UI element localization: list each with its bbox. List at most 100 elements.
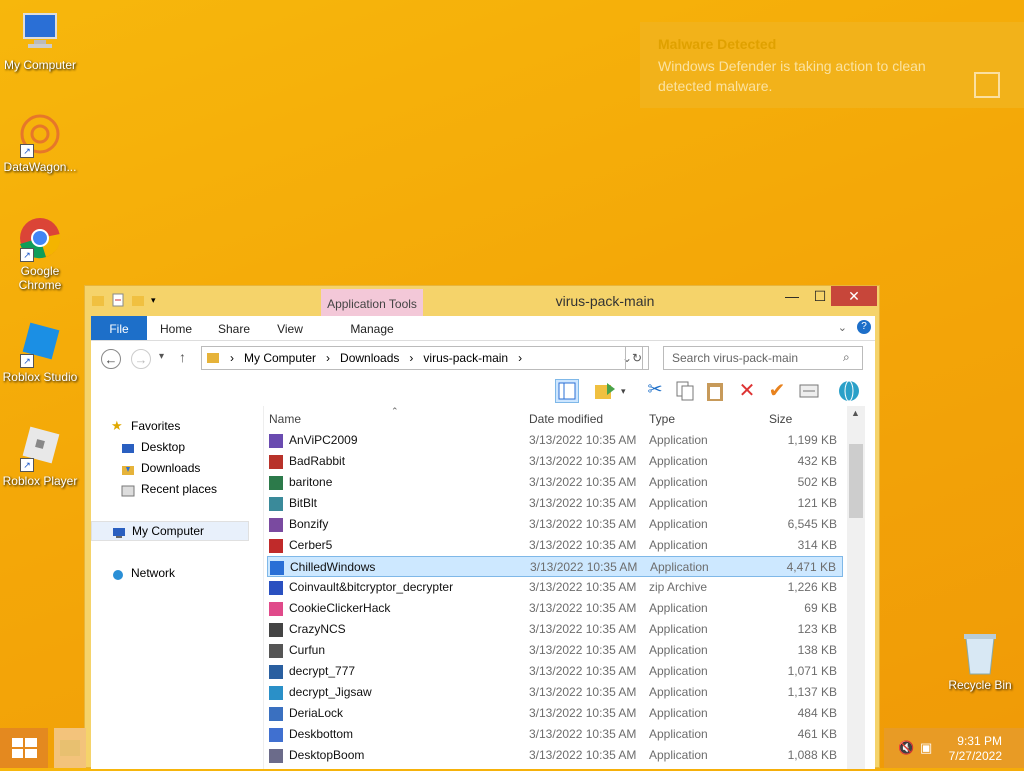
defender-icon: [974, 72, 1000, 98]
file-name: Deskbottom: [289, 727, 354, 741]
table-row[interactable]: ChilledWindows 3/13/2022 10:35 AM Applicat…: [267, 556, 843, 577]
table-row[interactable]: CrazyNCS 3/13/2022 10:35 AM Application 123…: [267, 619, 843, 640]
breadcrumb-my-computer[interactable]: My Computer: [244, 351, 316, 365]
preview-pane-icon[interactable]: [555, 379, 579, 403]
close-button[interactable]: ✕: [831, 286, 877, 306]
scroll-up-icon[interactable]: ▲: [851, 408, 860, 418]
window-title: virus-pack-main: [555, 293, 655, 309]
file-icon: [269, 539, 283, 553]
help-icon[interactable]: ?: [857, 320, 871, 334]
table-row[interactable]: baritone 3/13/2022 10:35 AM Application 502…: [267, 472, 843, 493]
file-name: Cerber5: [289, 538, 333, 552]
folder-icon: [60, 740, 80, 756]
breadcrumb-separator: ›: [518, 351, 523, 365]
nav-recent-places[interactable]: Recent places: [121, 479, 217, 499]
chevron-down-icon[interactable]: ▾: [151, 293, 165, 307]
forward-button[interactable]: →: [131, 349, 151, 369]
nav-network[interactable]: Network: [111, 563, 175, 583]
up-arrow-icon[interactable]: ↑: [179, 349, 186, 365]
table-row[interactable]: decrypt_777 3/13/2022 10:35 AM Application…: [267, 661, 843, 682]
nav-favorites[interactable]: ★ Favorites: [111, 416, 180, 436]
breadcrumb-virus-pack-main[interactable]: virus-pack-main: [423, 351, 508, 365]
desktop-icon: [121, 441, 135, 453]
globe-icon[interactable]: [837, 379, 861, 403]
nav-downloads[interactable]: Downloads: [121, 458, 200, 478]
table-row[interactable]: AnViPC2009 3/13/2022 10:35 AM Application 1…: [267, 430, 843, 451]
chevron-down-icon[interactable]: ▾: [621, 379, 633, 403]
file-size: 1,199 KB: [787, 433, 837, 447]
file-date: 3/13/2022 10:35 AM: [529, 454, 637, 468]
desktop-icon-datawagon[interactable]: ↗ DataWagon...: [0, 110, 80, 174]
delete-icon[interactable]: ✕: [735, 379, 759, 403]
file-type: Application: [650, 560, 709, 574]
column-header-type[interactable]: Type: [649, 412, 675, 426]
file-name: Bonzify: [289, 517, 329, 531]
rename-check-icon[interactable]: ✔: [765, 379, 789, 403]
desktop-icon-recycle-bin[interactable]: Recycle Bin: [940, 630, 1020, 692]
network-tray-icon[interactable]: ▣: [920, 740, 932, 756]
file-date: 3/13/2022 10:35 AM: [529, 496, 637, 510]
table-row[interactable]: BadRabbit 3/13/2022 10:35 AM Application 43…: [267, 451, 843, 472]
minimize-button[interactable]: —: [777, 286, 807, 306]
scrollbar-thumb[interactable]: [849, 444, 863, 518]
tab-file[interactable]: File: [91, 316, 147, 340]
refresh-button[interactable]: ↻: [625, 346, 649, 370]
file-size: 121 KB: [797, 496, 837, 510]
desktop-icon-my-computer[interactable]: My Computer: [0, 8, 80, 72]
malware-notification[interactable]: Malware Detected Windows Defender is tak…: [640, 22, 1024, 108]
move-to-icon[interactable]: [593, 379, 617, 403]
desktop-icon-roblox-studio[interactable]: ↗ Roblox Studio: [0, 320, 80, 384]
volume-muted-icon[interactable]: 🔇: [898, 740, 914, 756]
table-row[interactable]: Cerber5 3/13/2022 10:35 AM Application 314 …: [267, 535, 843, 556]
file-date: 3/13/2022 10:35 AM: [529, 538, 637, 552]
file-icon: [269, 644, 283, 658]
table-row[interactable]: decrypt_Jigsaw 3/13/2022 10:35 AM Applicat…: [267, 682, 843, 703]
column-header-size[interactable]: Size: [769, 412, 792, 426]
file-type: Application: [649, 685, 708, 699]
desktop-icon-roblox-player[interactable]: ↗ Roblox Player: [0, 424, 80, 488]
recent-locations-icon[interactable]: ▾: [159, 351, 164, 362]
breadcrumb-downloads[interactable]: Downloads: [340, 351, 399, 365]
tab-view[interactable]: View: [267, 316, 313, 340]
table-row[interactable]: DeriaLock 3/13/2022 10:35 AM Application 48…: [267, 703, 843, 724]
desktop-icon-google-chrome[interactable]: ↗ Google Chrome: [0, 214, 80, 292]
desktop-icon-label: Roblox Studio: [2, 370, 78, 384]
table-row[interactable]: Curfun 3/13/2022 10:35 AM Application 138 K…: [267, 640, 843, 661]
start-button[interactable]: [0, 728, 48, 768]
table-row[interactable]: DesktopBoom 3/13/2022 10:35 AM Application…: [267, 745, 843, 766]
nav-desktop[interactable]: Desktop: [121, 437, 185, 457]
properties-icon[interactable]: [111, 293, 125, 307]
file-name: BadRabbit: [289, 454, 346, 468]
file-date: 3/13/2022 10:35 AM: [530, 560, 638, 574]
vertical-scrollbar[interactable]: ▲: [847, 406, 865, 769]
tab-home[interactable]: Home: [153, 316, 199, 340]
expand-ribbon-icon[interactable]: ⌄: [838, 321, 847, 334]
cut-icon[interactable]: ✂: [643, 379, 667, 403]
taskbar-file-explorer[interactable]: [54, 728, 86, 768]
nav-my-computer[interactable]: My Computer: [91, 521, 249, 541]
table-row[interactable]: Bonzify 3/13/2022 10:35 AM Application 6,54…: [267, 514, 843, 535]
file-icon: [269, 749, 283, 763]
tab-manage[interactable]: Manage: [321, 316, 423, 340]
table-row[interactable]: Coinvault&bitcryptor_decrypter 3/13/2022 …: [267, 577, 843, 598]
table-row[interactable]: BitBlt 3/13/2022 10:35 AM Application 121 K…: [267, 493, 843, 514]
properties-icon[interactable]: [797, 379, 821, 403]
ribbon-tabs: File Home Share View Manage ⌄ ?: [91, 316, 875, 340]
search-input[interactable]: Search virus-pack-main: [663, 346, 863, 370]
new-folder-icon[interactable]: [131, 293, 145, 307]
file-name: CrazyNCS: [289, 622, 346, 636]
title-bar[interactable]: ▾ Application Tools virus-pack-main — ☐ …: [85, 286, 879, 316]
address-bar[interactable]: › My Computer › Downloads › virus-pack-m…: [201, 346, 643, 370]
column-header-date[interactable]: Date modified: [529, 412, 603, 426]
file-name: Curfun: [289, 643, 326, 657]
tab-share[interactable]: Share: [211, 316, 257, 340]
table-row[interactable]: CookieClickerHack 3/13/2022 10:35 AM Appli…: [267, 598, 843, 619]
folder-icon[interactable]: [91, 293, 105, 307]
paste-icon[interactable]: [703, 379, 727, 403]
desktop-icon-label: Google Chrome: [18, 264, 62, 292]
column-header-name[interactable]: Name: [269, 412, 301, 426]
table-row[interactable]: Deskbottom 3/13/2022 10:35 AM Application 4…: [267, 724, 843, 745]
copy-icon[interactable]: [673, 379, 697, 403]
back-button[interactable]: ←: [101, 349, 121, 369]
clock[interactable]: 9:31 PM 7/27/2022: [949, 734, 1002, 764]
